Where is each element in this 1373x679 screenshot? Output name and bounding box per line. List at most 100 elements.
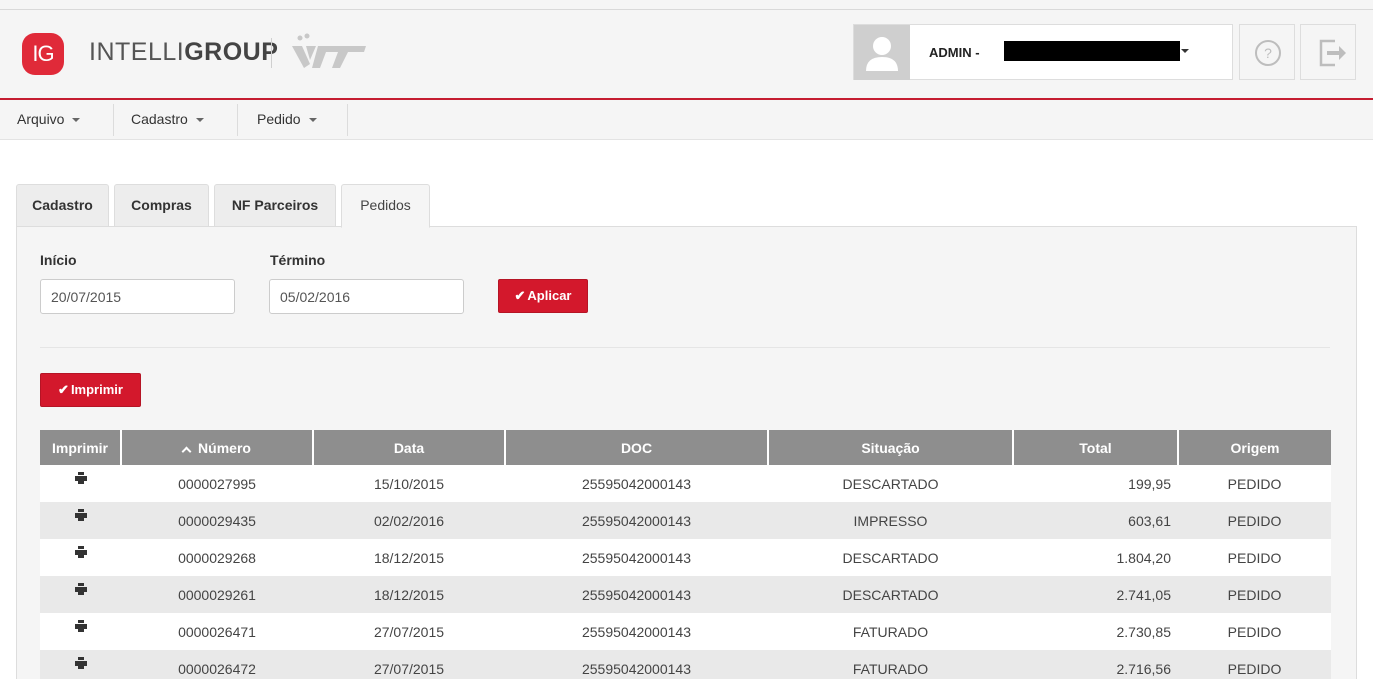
row-print-cell[interactable]	[40, 465, 121, 502]
cell-data: 18/12/2015	[313, 539, 505, 576]
menu-cadastro-label: Cadastro	[131, 111, 188, 127]
cell-total: 199,95	[1013, 465, 1178, 502]
cell-numero: 0000029268	[121, 539, 313, 576]
cell-data: 27/07/2015	[313, 613, 505, 650]
cell-doc: 25595042000143	[505, 576, 768, 613]
termino-date-field[interactable]	[269, 279, 464, 314]
table-row[interactable]: 0000029435 02/02/2016 25595042000143 IMP…	[40, 502, 1331, 539]
cell-origem: PEDIDO	[1178, 465, 1331, 502]
cell-numero: 0000029261	[121, 576, 313, 613]
check-icon: ✔	[58, 382, 69, 397]
svg-text:?: ?	[1264, 45, 1272, 61]
printer-icon	[74, 582, 87, 595]
tab-compras[interactable]: Compras	[114, 184, 209, 227]
cell-situacao: DESCARTADO	[768, 539, 1013, 576]
cell-doc: 25595042000143	[505, 539, 768, 576]
cell-total: 603,61	[1013, 502, 1178, 539]
user-menu[interactable]: ADMIN -	[853, 24, 1233, 80]
col-total[interactable]: Total	[1013, 430, 1179, 465]
table-row[interactable]: 0000029261 18/12/2015 25595042000143 DES…	[40, 576, 1331, 613]
cell-doc: 25595042000143	[505, 613, 768, 650]
tab-pedidos[interactable]: Pedidos	[341, 184, 430, 228]
menu-arquivo-label: Arquivo	[17, 111, 65, 127]
cell-data: 02/02/2016	[313, 502, 505, 539]
help-icon: ?	[1255, 40, 1281, 66]
brand-bold: GROUP	[184, 38, 279, 66]
imprimir-label: Imprimir	[70, 382, 123, 397]
logout-button[interactable]	[1300, 24, 1356, 80]
col-data[interactable]: Data	[313, 430, 506, 465]
intelligroup-logo-text: INTELLIGROUP	[89, 38, 278, 67]
table-row[interactable]: 0000026472 27/07/2015 25595042000143 FAT…	[40, 650, 1331, 679]
table-header-row: Imprimir Número Data DOC Situação Total …	[40, 430, 1331, 465]
row-print-cell[interactable]	[40, 502, 121, 539]
cell-origem: PEDIDO	[1178, 650, 1331, 679]
logout-icon	[1319, 39, 1346, 67]
cell-origem: PEDIDO	[1178, 502, 1331, 539]
col-situacao[interactable]: Situação	[768, 430, 1014, 465]
tab-nf-parceiros[interactable]: NF Parceiros	[214, 184, 336, 227]
col-numero-label: Número	[198, 439, 251, 456]
help-button[interactable]: ?	[1239, 24, 1295, 80]
printer-icon	[74, 619, 87, 632]
row-print-cell[interactable]	[40, 576, 121, 613]
row-print-cell[interactable]	[40, 613, 121, 650]
cell-doc: 25595042000143	[505, 650, 768, 679]
aplicar-button[interactable]: ✔ Aplicar	[498, 279, 588, 313]
user-avatar-icon	[854, 25, 910, 80]
menu-pedido[interactable]: Pedido	[242, 100, 317, 140]
main-menubar: Arquivo Cadastro Pedido	[0, 100, 1373, 140]
printer-icon	[74, 471, 87, 484]
section-divider	[40, 347, 1330, 348]
chevron-down-icon	[195, 118, 204, 123]
inicio-label: Início	[40, 252, 77, 268]
header-top-border	[0, 9, 1373, 10]
table-row[interactable]: 0000027995 15/10/2015 25595042000143 DES…	[40, 465, 1331, 502]
printer-icon	[74, 545, 87, 558]
row-print-cell[interactable]	[40, 650, 121, 679]
table-row[interactable]: 0000026471 27/07/2015 25595042000143 FAT…	[40, 613, 1331, 650]
menu-arquivo[interactable]: Arquivo	[2, 100, 81, 140]
logo-separator	[271, 38, 272, 68]
row-print-cell[interactable]	[40, 539, 121, 576]
cell-origem: PEDIDO	[1178, 576, 1331, 613]
menu-cadastro[interactable]: Cadastro	[116, 100, 204, 140]
cell-situacao: DESCARTADO	[768, 465, 1013, 502]
brand-light: INTELLI	[89, 38, 185, 66]
cell-doc: 25595042000143	[505, 502, 768, 539]
sort-ascending-icon	[181, 446, 192, 456]
imprimir-button[interactable]: ✔ Imprimir	[40, 373, 141, 407]
inicio-date-field[interactable]	[40, 279, 235, 314]
table-body: 0000027995 15/10/2015 25595042000143 DES…	[40, 465, 1331, 679]
check-icon: ✔	[514, 288, 526, 303]
cell-numero: 0000026472	[121, 650, 313, 679]
menu-separator	[347, 104, 348, 136]
menu-separator	[113, 104, 114, 136]
tab-cadastro[interactable]: Cadastro	[16, 184, 109, 227]
partner-logo-icon	[292, 33, 366, 68]
aplicar-label: Aplicar	[527, 288, 572, 303]
col-origem[interactable]: Origem	[1178, 430, 1331, 465]
col-numero[interactable]: Número	[121, 430, 314, 465]
cell-situacao: DESCARTADO	[768, 576, 1013, 613]
cell-total: 2.716,56	[1013, 650, 1178, 679]
chevron-down-icon	[72, 118, 81, 123]
pedidos-table: Imprimir Número Data DOC Situação Total …	[40, 430, 1331, 679]
table-row[interactable]: 0000029268 18/12/2015 25595042000143 DES…	[40, 539, 1331, 576]
menu-separator	[237, 104, 238, 136]
col-imprimir[interactable]: Imprimir	[40, 430, 122, 465]
col-doc[interactable]: DOC	[505, 430, 769, 465]
cell-numero: 0000026471	[121, 613, 313, 650]
cell-doc: 25595042000143	[505, 465, 768, 502]
cell-data: 15/10/2015	[313, 465, 505, 502]
chevron-down-icon	[1181, 49, 1189, 53]
app-header: IG INTELLIGROUP ADMIN - ?	[0, 0, 1373, 100]
cell-origem: PEDIDO	[1178, 613, 1331, 650]
cell-data: 27/07/2015	[313, 650, 505, 679]
menu-pedido-label: Pedido	[257, 111, 301, 127]
cell-situacao: FATURADO	[768, 613, 1013, 650]
cell-data: 18/12/2015	[313, 576, 505, 613]
user-name: ADMIN -	[929, 45, 980, 60]
cell-situacao: FATURADO	[768, 650, 1013, 679]
cell-situacao: IMPRESSO	[768, 502, 1013, 539]
